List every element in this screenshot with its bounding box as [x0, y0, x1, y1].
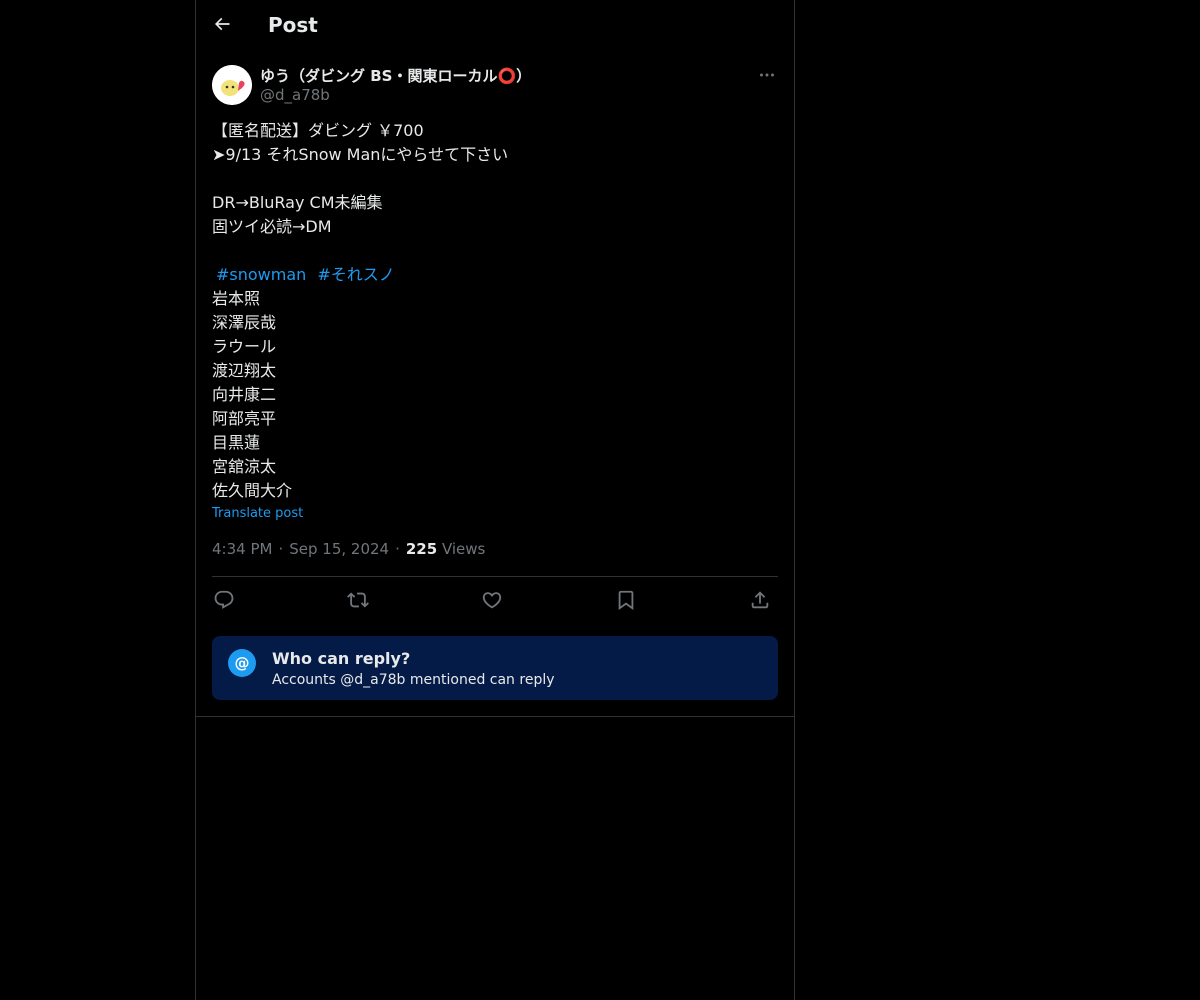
member-name: 向井康二 [212, 385, 277, 404]
post-time[interactable]: 4:34 PM [212, 540, 272, 558]
bookmark-icon[interactable] [614, 588, 638, 612]
meta-separator: · [395, 540, 400, 558]
meta-separator: · [278, 540, 284, 558]
action-bar [212, 588, 778, 612]
reply-restriction-title: Who can reply? [272, 649, 411, 668]
arrow-left-icon[interactable] [212, 14, 236, 38]
divider [212, 576, 778, 577]
post-text: 【匿名配送】ダビング ￥700 ➤9/13 それSnow Manにやらせて下さい… [212, 119, 778, 503]
page-title: Post [268, 13, 318, 37]
post-date[interactable]: Sep 15, 2024 [289, 540, 389, 558]
member-name: 阿部亮平 [212, 409, 277, 428]
more-horizontal-icon[interactable] [756, 64, 780, 88]
main-column: Post ゆう（ダビング BS・関東ローカル⭕） @d_a78b 【匿名配送】ダ… [195, 0, 795, 1000]
post-meta: 4:34 PM · Sep 15, 2024 · 225 Views [212, 540, 485, 558]
at-icon: @ [228, 649, 256, 677]
post-line: DR→BluRay CM未編集 [212, 193, 383, 212]
member-name: ラウール [212, 337, 277, 356]
repost-icon[interactable] [346, 588, 370, 612]
member-name: 宮舘涼太 [212, 457, 277, 476]
hashtag-link[interactable]: #それスノ [317, 265, 394, 284]
share-icon[interactable] [748, 588, 772, 612]
member-name: 深澤辰哉 [212, 313, 277, 332]
member-name: 渡辺翔太 [212, 361, 277, 380]
author-name[interactable]: ゆう（ダビング BS・関東ローカル⭕） [260, 65, 531, 86]
views-label: Views [441, 540, 486, 558]
reply-restriction-subtitle: Accounts @d_a78b mentioned can reply [272, 672, 555, 688]
post-line: 【匿名配送】ダビング ￥700 [212, 121, 424, 140]
post-header: Post [196, 0, 794, 53]
divider [196, 716, 794, 717]
hashtag-link[interactable]: #snowman [216, 265, 306, 284]
reply-restriction-box: @ Who can reply? Accounts @d_a78b mentio… [212, 636, 778, 700]
member-name: 目黒蓮 [212, 433, 261, 452]
member-name: 佐久間大介 [212, 481, 293, 500]
author-handle[interactable]: @d_a78b [260, 86, 330, 104]
hashtag-line: #snowman #それスノ [212, 263, 778, 287]
views-count: 225 [405, 540, 438, 558]
like-icon[interactable] [480, 588, 504, 612]
avatar[interactable] [212, 65, 252, 105]
post-line: ➤9/13 それSnow Manにやらせて下さい [212, 145, 509, 164]
member-name: 岩本照 [212, 289, 261, 308]
post-line: 固ツイ必読→DM [212, 217, 332, 236]
reply-icon[interactable] [212, 588, 236, 612]
translate-post-link[interactable]: Translate post [212, 506, 303, 521]
